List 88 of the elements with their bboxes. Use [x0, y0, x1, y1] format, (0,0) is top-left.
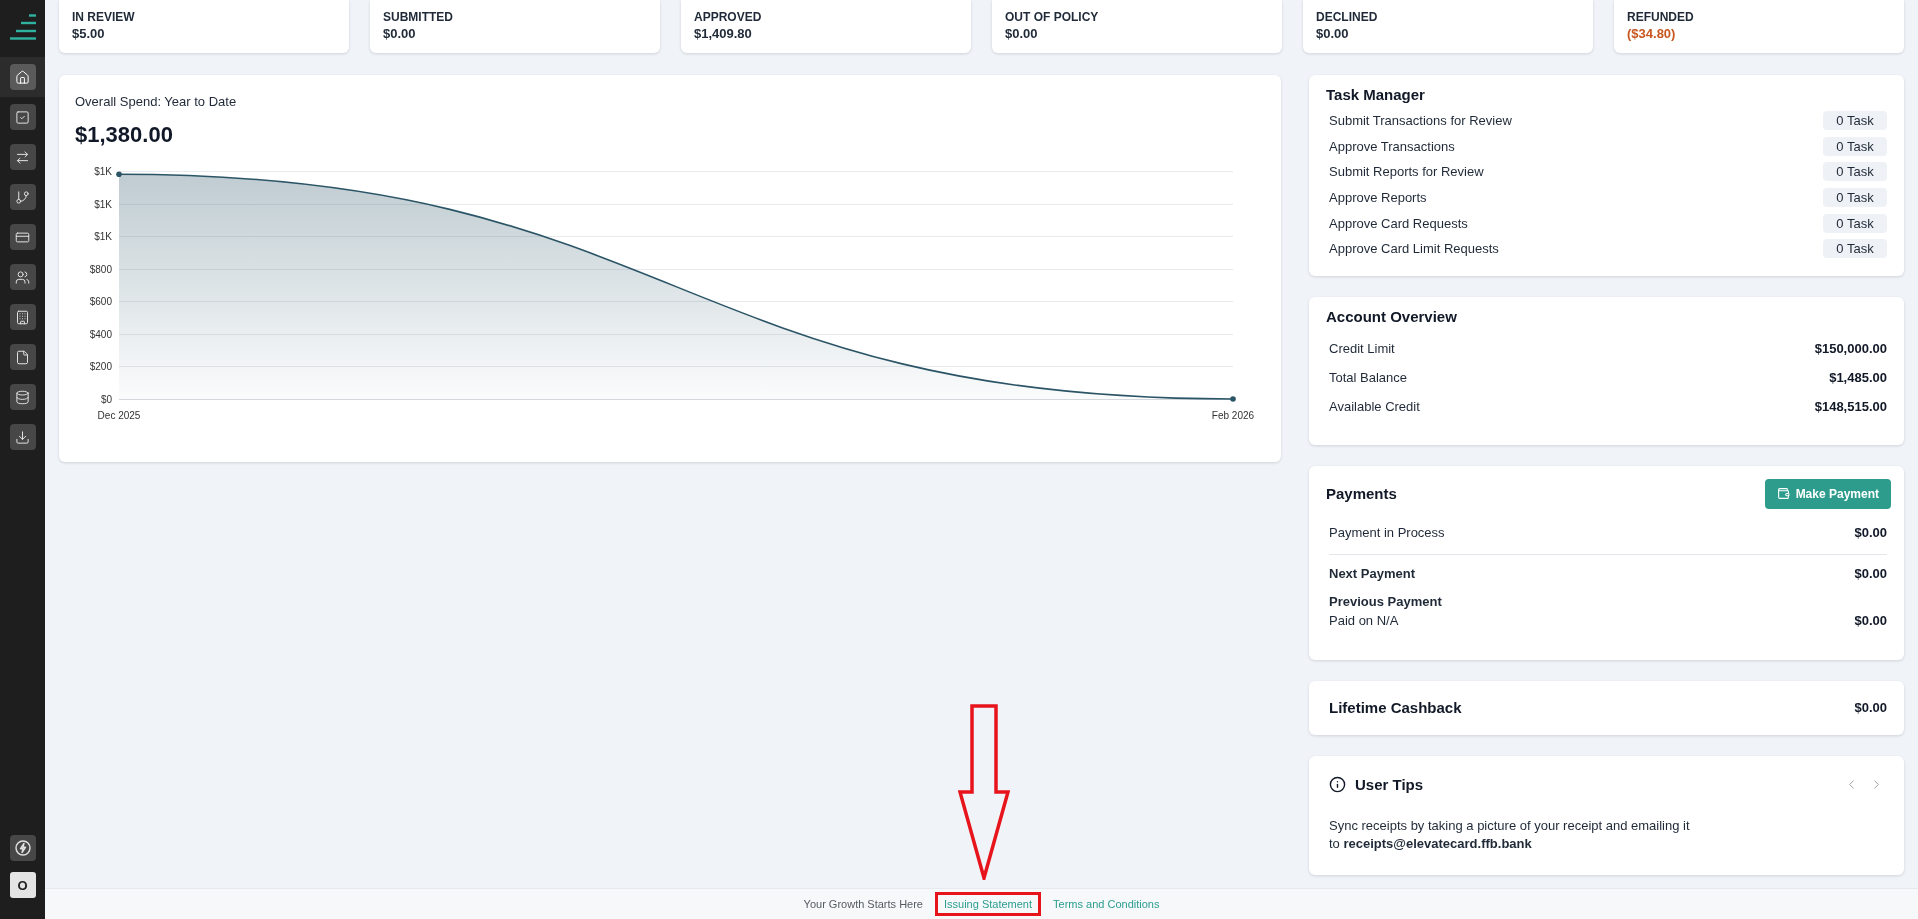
sidebar-item[interactable]: [9, 384, 36, 410]
row-value: $0.00: [1854, 525, 1887, 541]
row-value: $0.00: [1854, 566, 1887, 582]
row-value: $150,000.00: [1814, 340, 1887, 356]
users-icon: [15, 269, 30, 285]
amount-value: $0.00: [383, 26, 417, 42]
task-label: Approve Reports: [1329, 190, 1427, 206]
axis-label: $200: [89, 361, 112, 372]
task-count: 0 Task: [1823, 213, 1887, 233]
data-point: [1230, 396, 1236, 402]
amount-value: $1,409.80: [694, 26, 753, 42]
footer-text: Your Growth Starts Here: [803, 898, 923, 910]
row-label: Next Payment: [1329, 566, 1415, 582]
status-label: REFUNDED: [1627, 10, 1695, 24]
task-count: 0 Task: [1823, 136, 1887, 156]
task-count: 0 Task: [1823, 162, 1887, 182]
axis-label: $800: [89, 264, 112, 275]
card-title: Task Manager: [1326, 85, 1426, 105]
database-icon: [15, 389, 30, 405]
cashback-value: $0.00: [1854, 700, 1887, 716]
axis-label: $1K: [94, 166, 112, 177]
axis-label: Feb 2026: [1211, 410, 1255, 421]
axis-label: Dec 2025: [97, 410, 141, 421]
card-title: User Tips: [1355, 774, 1424, 795]
task-label: Submit Transactions for Review: [1329, 113, 1512, 129]
amount-value: $0.00: [1005, 26, 1039, 42]
amount-value: $5.00: [72, 26, 106, 42]
sidebar-item[interactable]: [9, 144, 36, 170]
footer-link[interactable]: Terms and Conditions: [1053, 898, 1160, 910]
row-label: Payment in Process: [1329, 525, 1445, 541]
row-value: $0.00: [1854, 613, 1887, 629]
sidebar-item[interactable]: [9, 104, 36, 130]
sidebar-item[interactable]: [9, 64, 36, 90]
task-label: Submit Reports for Review: [1329, 164, 1484, 180]
chart-title: Overall Spend: Year to Date: [75, 93, 238, 111]
credit-card-icon: [15, 229, 30, 245]
status-label: APPROVED: [694, 10, 763, 24]
check-square-icon: [15, 109, 30, 125]
sidebar-item[interactable]: [9, 264, 36, 290]
data-point: [116, 171, 122, 178]
axis-label: $400: [89, 329, 112, 340]
cashback-label: Lifetime Cashback: [1329, 699, 1462, 717]
card-title: Account Overview: [1326, 306, 1458, 327]
info-icon: [1329, 776, 1346, 794]
status-label: IN REVIEW: [72, 10, 136, 24]
card-title: Payments: [1326, 483, 1397, 504]
branch-icon: [15, 189, 30, 205]
spend-total: $1,380.00: [75, 121, 174, 149]
row-label: Total Balance: [1329, 369, 1408, 385]
sidebar-item[interactable]: [9, 224, 36, 250]
user-avatar[interactable]: O: [9, 872, 36, 898]
amount-value: ($34.80): [1627, 26, 1677, 42]
swap-arrows-icon: [15, 149, 30, 165]
status-label: OUT OF POLICY: [1005, 10, 1100, 24]
status-label: DECLINED: [1316, 10, 1379, 24]
task-count: 0 Task: [1823, 239, 1887, 259]
axis-label: $1K: [94, 231, 112, 242]
sidebar-item[interactable]: [9, 184, 36, 210]
axis-label: $1K: [94, 199, 112, 210]
axis-label: $600: [89, 296, 112, 307]
sidebar-item[interactable]: [9, 344, 36, 370]
row-value: $1,485.00: [1829, 369, 1887, 385]
download-icon: [15, 429, 30, 445]
row-label: Available Credit: [1329, 398, 1420, 414]
home-icon: [15, 69, 30, 85]
row-label: Credit Limit: [1329, 340, 1395, 356]
task-count: 0 Task: [1823, 111, 1887, 131]
file-icon: [15, 349, 30, 365]
sidebar-item[interactable]: [9, 304, 36, 330]
row-label: Previous Payment: [1329, 594, 1442, 610]
sidebar-item[interactable]: [9, 835, 36, 861]
footer-link[interactable]: Issuing Statement: [935, 892, 1042, 916]
building-icon: [15, 309, 30, 325]
logo-icon: [10, 14, 36, 40]
sidebar-item[interactable]: [9, 424, 36, 450]
bolt-circle-icon: [14, 840, 31, 856]
task-label: Approve Card Requests: [1329, 215, 1468, 231]
task-label: Approve Card Limit Requests: [1329, 241, 1499, 257]
wallet-icon: [1776, 487, 1790, 501]
task-label: Approve Transactions: [1329, 138, 1455, 154]
axis-label: $0: [100, 394, 112, 405]
status-label: SUBMITTED: [383, 10, 454, 24]
row-value: $148,515.00: [1814, 398, 1887, 414]
amount-value: $0.00: [1316, 26, 1350, 42]
make-payment-button[interactable]: Make Payment: [1764, 478, 1891, 509]
tip-text: Sync receipts by taking a picture of your receipt and emailing it to receipts@elevatecard.ffb.bank: [1329, 816, 1691, 853]
task-count: 0 Task: [1823, 188, 1887, 208]
row-detail: Paid on N/A: [1329, 613, 1399, 629]
